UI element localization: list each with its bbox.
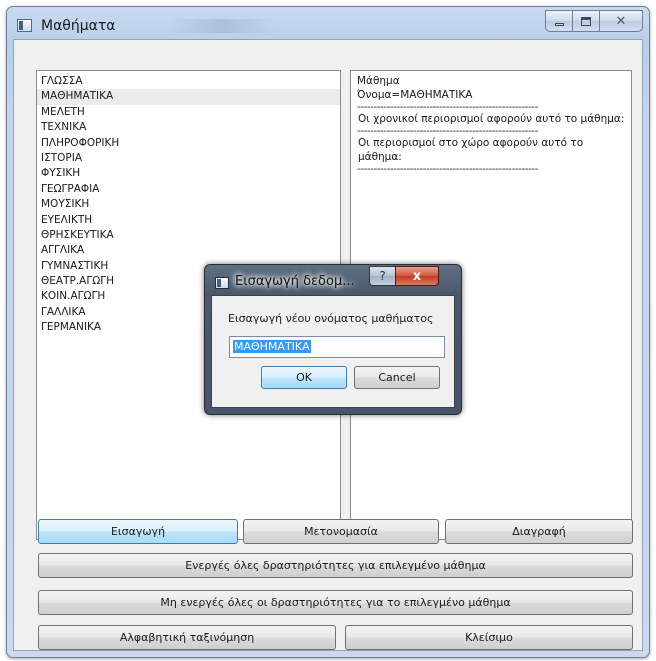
window-title: Μαθήματα [41,18,116,34]
info-time-constraints: Οι χρονικοί περιορισμοί αφορούν αυτό το … [358,113,625,125]
info-space-constraints: Οι περιορισμοί στο χώρο αφορούν αυτό το … [358,137,584,163]
minimize-button[interactable] [545,10,572,32]
help-icon: ? [379,269,386,283]
subject-name-input[interactable]: ΜΑΘΗΜΑΤΙΚΑ [229,336,445,358]
close-icon: ✕ [615,13,627,29]
maximize-button[interactable] [572,10,599,32]
rename-button[interactable]: Μετονομασία [243,519,439,544]
close-icon: x [412,268,422,284]
caption-buttons: ✕ [545,10,643,32]
list-item[interactable]: ΜΕΛΕΤΗ [37,105,340,120]
list-item[interactable]: ΘΡΗΣΚΕΥΤΙΚΑ [37,228,340,243]
title-blur [167,19,277,33]
dialog-app-icon [215,277,229,289]
app-icon [17,19,32,32]
list-item[interactable]: ΓΕΩΓΡΑΦΙΑ [37,182,340,197]
dialog-prompt: Εισαγωγή νέου ονόματος μαθήματος [228,312,434,325]
dialog-client-area: Εισαγωγή νέου ονόματος μαθήματος ΜΑΘΗΜΑΤ… [211,295,455,408]
selected-text: ΜΑΘΗΜΑΤΙΚΑ [233,340,311,353]
list-item[interactable]: ΤΕΧΝΙΚΑ [37,120,340,135]
activate-all-button[interactable]: Ενεργές όλες δραστηριότητες για επιλεγμέ… [38,553,633,578]
list-item[interactable]: ΜΑΘΗΜΑΤΙΚΑ [37,89,340,105]
ok-button[interactable]: OK [261,366,347,389]
list-item[interactable]: ΕΥΕΛΙΚΤΗ [37,213,340,228]
info-separator: ----------------------------------------… [357,164,538,174]
dialog-title: Εισαγωγή δεδομ... [235,274,355,289]
sort-button[interactable]: Αλφαβητική ταξινόμηση [38,625,336,650]
list-item[interactable]: ΜΟΥΣΙΚΗ [37,197,340,212]
list-item[interactable]: ΦΥΣΙΚΗ [37,166,340,181]
list-item[interactable]: ΙΣΤΟΡΙΑ [37,151,340,166]
minimize-icon [554,22,564,26]
info-name: Όνομα=ΜΑΘΗΜΑΤΙΚΑ [357,89,473,101]
info-separator: ----------------------------------------… [357,102,538,112]
maximize-icon [581,16,591,26]
info-type: Μάθημα [357,75,400,87]
title-bar[interactable]: Μαθήματα ✕ [7,7,649,39]
list-item[interactable]: ΑΓΓΛΙΚΑ [37,243,340,258]
close-button[interactable]: Κλείσιμο [345,625,633,650]
info-separator: ----------------------------------------… [357,126,538,136]
close-window-button[interactable]: ✕ [599,10,643,32]
dialog-close-button[interactable]: x [395,266,439,286]
list-item[interactable]: ΠΛΗΡΟΦΟΡΙΚΗ [37,136,340,151]
help-button[interactable]: ? [369,266,395,286]
input-dialog: Εισαγωγή δεδομ... ? x Εισαγωγή νέου ονόμ… [204,264,462,415]
delete-button[interactable]: Διαγραφή [445,519,633,544]
cancel-button[interactable]: Cancel [354,366,440,389]
deactivate-all-button[interactable]: Μη ενεργές όλες οι δραστηριότητες για το… [38,590,633,615]
list-item[interactable]: ΓΛΩΣΣΑ [37,74,340,89]
insert-button[interactable]: Εισαγωγή [38,519,238,544]
